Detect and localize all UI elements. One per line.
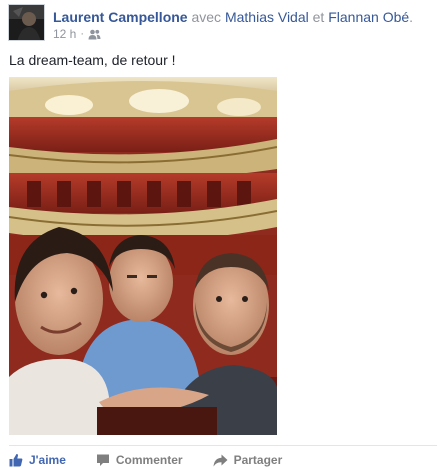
comment-button[interactable]: Commenter — [96, 453, 183, 467]
post-actions: J'aime Commenter Partager — [9, 452, 282, 468]
author-name[interactable]: Laurent Campellone — [53, 9, 188, 25]
post-time[interactable]: 12 h — [53, 27, 76, 41]
post-photo[interactable] — [9, 77, 277, 435]
post-meta: 12 h · — [53, 27, 101, 41]
tagged-friend-1[interactable]: Mathias Vidal — [225, 9, 309, 25]
like-label: J'aime — [29, 453, 66, 467]
meta-separator: · — [80, 28, 85, 40]
thumbs-up-icon — [9, 453, 23, 467]
actions-divider — [9, 445, 437, 446]
share-arrow-icon — [213, 454, 228, 467]
like-button[interactable]: J'aime — [9, 453, 66, 467]
post-text: La dream-team, de retour ! — [9, 52, 176, 68]
and-text: et — [312, 9, 325, 25]
post-header: Laurent Campellone avec Mathias Vidal et… — [8, 4, 438, 44]
with-text: avec — [191, 9, 222, 25]
facebook-post: Laurent Campellone avec Mathias Vidal et… — [0, 0, 441, 468]
comment-label: Commenter — [115, 453, 183, 467]
share-label: Partager — [233, 453, 283, 467]
share-button[interactable]: Partager — [213, 453, 283, 467]
avatar[interactable] — [8, 4, 45, 41]
author-line: Laurent Campellone avec Mathias Vidal et… — [53, 9, 413, 26]
comment-icon — [96, 453, 110, 467]
friends-icon[interactable] — [88, 29, 101, 40]
tagged-friend-2[interactable]: Flannan Obé — [328, 9, 409, 25]
trailing-period: . — [409, 9, 414, 25]
